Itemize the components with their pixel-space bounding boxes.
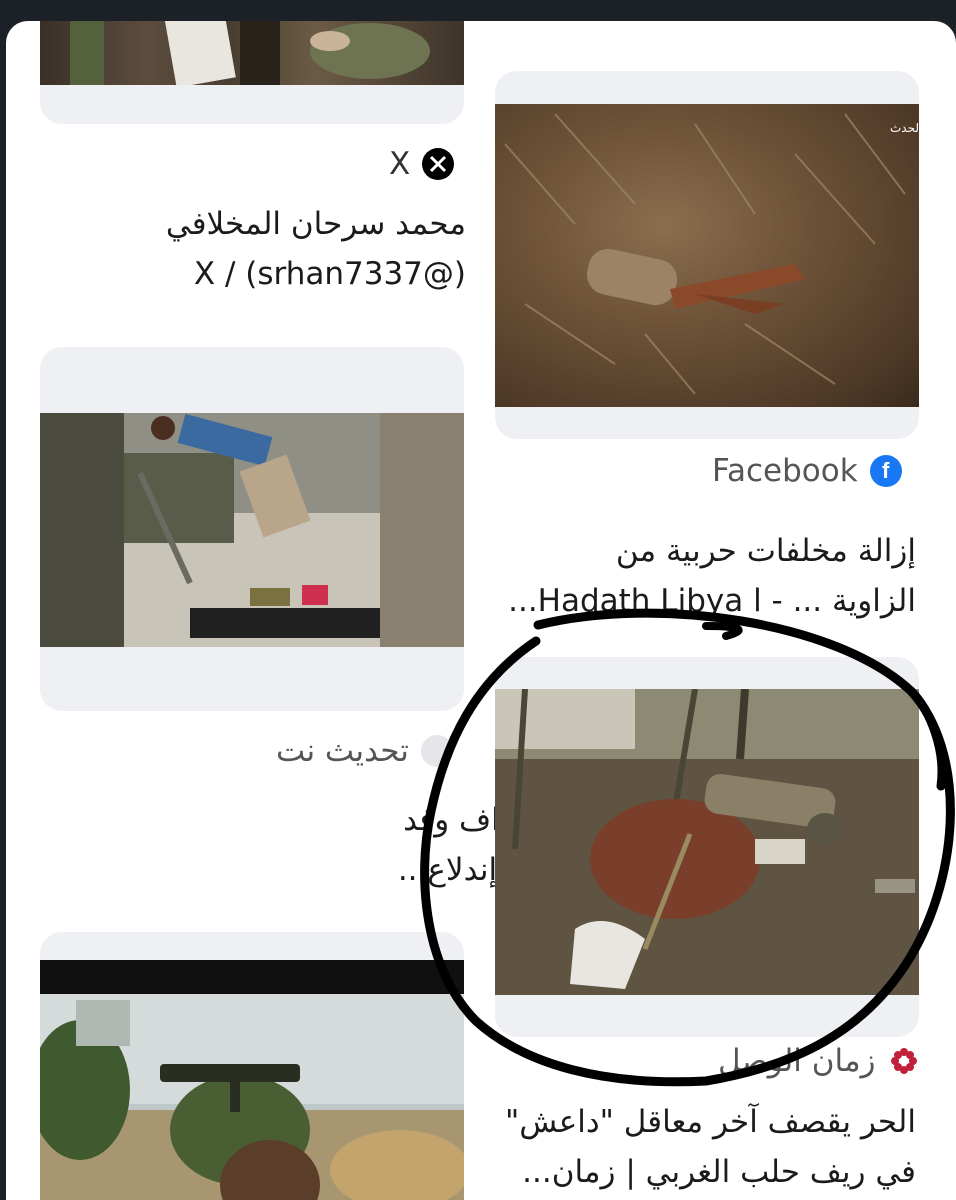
result-image xyxy=(40,413,464,647)
flower-logo-icon xyxy=(887,1045,920,1077)
camouflaged-launcher-image-graphic xyxy=(495,689,919,995)
soldier-mortar-image-graphic xyxy=(40,413,464,647)
atgm-image-graphic xyxy=(40,994,464,1200)
title-line-1: الحر يقصف آخر معاقل "داعش" xyxy=(504,1104,916,1140)
result-card-facebook[interactable]: الحدث xyxy=(495,71,919,439)
result-source-x[interactable]: X xyxy=(389,146,455,182)
source-name: Facebook xyxy=(712,453,858,489)
source-name: تحديث نت xyxy=(276,733,409,769)
site-icon xyxy=(420,735,453,767)
source-name: زمان الوصل xyxy=(718,1043,876,1079)
title-line-2: في ريف حلب الغربي | زمان... xyxy=(522,1154,916,1190)
result-source-tahdith[interactable]: تحديث نت xyxy=(276,733,453,769)
result-image: الحدث xyxy=(495,104,919,407)
x-logo-icon xyxy=(422,148,455,180)
result-card-tahdith[interactable] xyxy=(40,347,464,711)
result-card-top-partial[interactable] xyxy=(40,21,464,124)
result-image xyxy=(40,21,464,85)
result-title-x[interactable]: محمد سرحان المخلافي X / (srhan7337@) xyxy=(166,199,466,299)
svg-text:الحدث: الحدث xyxy=(890,121,919,135)
title-line-2: X / (srhan7337@) xyxy=(193,256,466,292)
result-source-facebook[interactable]: Facebook f xyxy=(712,453,902,489)
ordnance-image-graphic: الحدث xyxy=(504,113,919,395)
facebook-icon: f xyxy=(869,455,902,487)
source-name: X xyxy=(389,146,411,182)
search-results-screen: X محمد سرحان المخلافي X / (srhan7337@) ا… xyxy=(6,21,956,1200)
result-card-zaman[interactable] xyxy=(495,657,919,1037)
result-image xyxy=(40,960,464,1200)
title-line-2: الزاوية ... - Hadath Libya l... xyxy=(508,583,916,619)
title-line-1: محمد سرحان المخلافي xyxy=(165,206,466,242)
result-card-bottom-partial[interactable] xyxy=(40,932,464,1200)
result-title-zaman[interactable]: الحر يقصف آخر معاقل "داعش" في ريف حلب ال… xyxy=(505,1097,916,1197)
result-title-facebook[interactable]: إزالة مخلفات حربية من الزاوية ... - Hada… xyxy=(508,526,916,626)
title-line-1: إزالة مخلفات حربية من xyxy=(615,533,916,569)
result-image xyxy=(495,689,919,995)
result-source-zaman[interactable]: زمان الوصل xyxy=(718,1043,920,1079)
weapon-image-graphic xyxy=(70,21,430,85)
